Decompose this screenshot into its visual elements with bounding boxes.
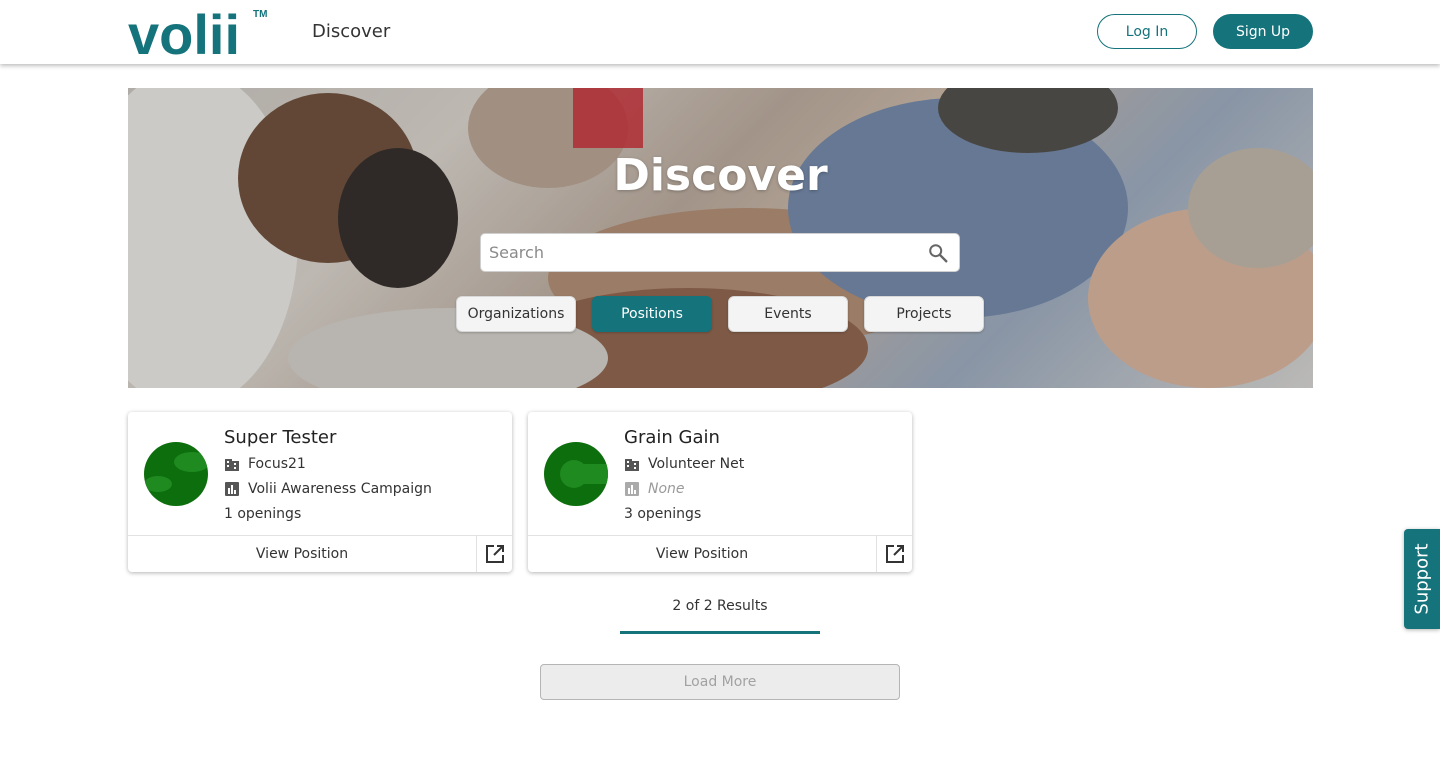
project-name: None xyxy=(648,481,685,497)
openings-count: 3 openings xyxy=(624,506,702,522)
position-card: Super Tester Focus21 Volii Awareness Cam… xyxy=(128,412,512,572)
organization-row: Volunteer Net xyxy=(624,455,744,473)
card-footer: View Position xyxy=(128,535,512,572)
support-tab[interactable]: Support xyxy=(1404,529,1440,629)
svg-text:TM: TM xyxy=(253,9,267,20)
support-label: Support xyxy=(1411,543,1433,615)
position-avatar xyxy=(544,442,608,506)
hero-banner: Discover Organizations Positions Events … xyxy=(128,88,1313,388)
card-footer: View Position xyxy=(528,535,912,572)
position-card: Grain Gain Volunteer Net None 3 openings… xyxy=(528,412,912,572)
openings-count: 1 openings xyxy=(224,506,302,522)
project-row: None xyxy=(624,480,685,498)
filter-positions-button[interactable]: Positions xyxy=(592,296,712,332)
nav-discover-link[interactable]: Discover xyxy=(312,21,390,42)
open-external-icon xyxy=(485,545,504,563)
filter-organizations-button[interactable]: Organizations xyxy=(456,296,576,332)
building-icon xyxy=(625,459,639,471)
organization-row: Focus21 xyxy=(224,455,306,473)
bar-chart-icon xyxy=(225,482,239,496)
results-underline xyxy=(620,631,820,634)
sign-up-button[interactable]: Sign Up xyxy=(1213,14,1313,49)
position-title[interactable]: Grain Gain xyxy=(624,427,720,448)
view-position-button[interactable]: View Position xyxy=(128,536,476,572)
organization-name[interactable]: Focus21 xyxy=(248,456,306,472)
building-icon xyxy=(225,459,239,471)
position-avatar xyxy=(144,442,208,506)
position-title[interactable]: Super Tester xyxy=(224,427,336,448)
volii-logo[interactable]: volii TM xyxy=(128,6,270,58)
bar-chart-icon xyxy=(625,482,639,496)
open-external-button[interactable] xyxy=(876,536,912,572)
filter-projects-button[interactable]: Projects xyxy=(864,296,984,332)
view-position-button[interactable]: View Position xyxy=(528,536,876,572)
results-summary: 2 of 2 Results xyxy=(672,598,768,614)
filter-events-button[interactable]: Events xyxy=(728,296,848,332)
search-input[interactable] xyxy=(489,234,919,271)
project-row: Volii Awareness Campaign xyxy=(224,480,432,498)
search-icon[interactable] xyxy=(927,242,949,264)
top-navigation-bar: volii TM Discover Log In Sign Up xyxy=(0,0,1440,64)
load-more-button[interactable]: Load More xyxy=(540,664,900,700)
project-name[interactable]: Volii Awareness Campaign xyxy=(248,481,432,497)
hero-title: Discover xyxy=(613,150,828,201)
organization-name[interactable]: Volunteer Net xyxy=(648,456,744,472)
log-in-button[interactable]: Log In xyxy=(1097,14,1197,49)
open-external-icon xyxy=(885,545,904,563)
svg-text:volii: volii xyxy=(128,6,240,58)
search-box xyxy=(480,233,960,272)
open-external-button[interactable] xyxy=(476,536,512,572)
